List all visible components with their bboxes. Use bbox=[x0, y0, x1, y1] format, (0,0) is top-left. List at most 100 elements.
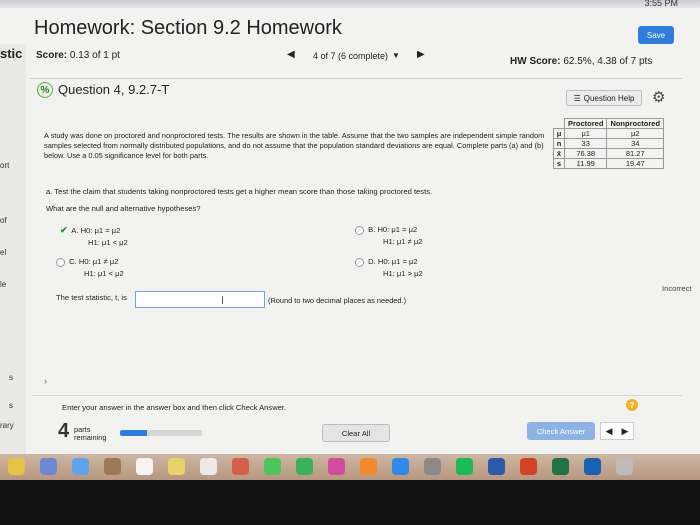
list-icon: ☰ bbox=[573, 93, 581, 103]
calendar-icon[interactable] bbox=[136, 458, 153, 475]
footer-divider bbox=[32, 395, 682, 396]
itunes-icon[interactable] bbox=[328, 458, 345, 475]
gear-icon[interactable]: ⚙ bbox=[652, 88, 665, 106]
word-icon[interactable] bbox=[488, 458, 505, 475]
table-cell: 11.99 bbox=[563, 158, 608, 169]
table-header-row: Proctored Nonproctored bbox=[554, 118, 665, 129]
table-cell: μ2 bbox=[606, 128, 665, 139]
facetime-icon[interactable] bbox=[296, 458, 313, 475]
option-letter: D. bbox=[368, 257, 376, 266]
question-help-label: Question Help bbox=[583, 93, 635, 103]
reminders-icon[interactable] bbox=[200, 458, 217, 475]
chrome-icon[interactable] bbox=[8, 458, 25, 475]
table-row: s 11.99 19.47 bbox=[553, 158, 665, 169]
score-label: Score: bbox=[36, 50, 68, 61]
option-d[interactable]: D. H0: μ1 = μ2 H1: μ1 > μ2 bbox=[355, 256, 423, 280]
radio-icon[interactable] bbox=[355, 225, 364, 235]
page-title: Homework: Section 9.2 Homework bbox=[34, 17, 342, 39]
option-h0: H0: μ1 = μ2 bbox=[377, 225, 418, 234]
check-answer-button[interactable]: Check Answer bbox=[527, 422, 595, 440]
part-a-text: a. Test the claim that students taking n… bbox=[46, 187, 433, 196]
left-fragment: el bbox=[0, 248, 7, 257]
previous-question-icon[interactable]: ◀ bbox=[287, 49, 295, 60]
option-h1: H1: μ1 < μ2 bbox=[88, 238, 128, 247]
chevron-down-icon[interactable]: ▼ bbox=[392, 51, 400, 60]
row-label: μ bbox=[553, 128, 565, 139]
left-fragment: of bbox=[0, 216, 7, 225]
table-cell: 33 bbox=[563, 138, 608, 149]
help-icon[interactable]: ? bbox=[626, 399, 638, 411]
excel-icon[interactable] bbox=[552, 458, 569, 475]
notes-icon[interactable] bbox=[168, 458, 185, 475]
test-statistic-input[interactable] bbox=[135, 291, 265, 308]
left-fragment: ort bbox=[0, 161, 10, 170]
spotify-icon[interactable] bbox=[456, 458, 473, 475]
row-label: s bbox=[553, 158, 565, 169]
option-h0: H0: μ1 ≠ μ2 bbox=[78, 257, 119, 266]
contacts-icon[interactable] bbox=[104, 458, 121, 475]
save-button[interactable]: Save bbox=[638, 26, 674, 44]
check-icon: ✔ bbox=[60, 225, 68, 235]
dock bbox=[0, 454, 700, 525]
clear-all-button[interactable]: Clear All bbox=[322, 424, 390, 442]
rounding-hint: (Round to two decimal places as needed.) bbox=[268, 296, 407, 305]
finder-icon[interactable] bbox=[72, 458, 89, 475]
launchpad-icon[interactable] bbox=[40, 458, 57, 475]
table-header: Nonproctored bbox=[606, 118, 665, 129]
question-progress[interactable]: 4 of 7 (6 complete) bbox=[313, 51, 388, 61]
left-fragment: rary bbox=[0, 421, 14, 430]
row-label: n bbox=[553, 138, 565, 149]
table-header: Proctored bbox=[563, 118, 608, 129]
header-divider bbox=[30, 78, 682, 79]
score-value: 0.13 of 1 pt bbox=[69, 50, 120, 61]
question-help-button[interactable]: ☰ Question Help bbox=[566, 90, 642, 106]
question-intro: A study was done on proctored and nonpro… bbox=[44, 131, 545, 160]
left-fragment: s bbox=[9, 401, 13, 410]
option-h0: H0: μ1 = μ2 bbox=[377, 257, 418, 266]
parts-remaining-label: parts remaining bbox=[74, 426, 106, 442]
option-letter: B. bbox=[368, 225, 376, 234]
row-label: x̄ bbox=[553, 148, 565, 159]
hw-score-label: HW Score: bbox=[510, 56, 561, 67]
parts-progress-fill bbox=[120, 430, 148, 436]
test-statistic-label: The test statistic, t, is bbox=[56, 293, 127, 302]
table-cell: 34 bbox=[606, 138, 665, 149]
table-cell: μ1 bbox=[563, 128, 608, 139]
video-icon[interactable] bbox=[584, 458, 601, 475]
photos-icon[interactable] bbox=[232, 458, 249, 475]
radio-icon[interactable] bbox=[56, 257, 65, 267]
option-h1: H1: μ1 > μ2 bbox=[383, 269, 423, 278]
table-corner bbox=[554, 119, 565, 129]
parts-progress-bar bbox=[120, 430, 202, 436]
chevron-right-icon[interactable]: › bbox=[44, 376, 47, 386]
powerpoint-icon[interactable] bbox=[520, 458, 537, 475]
appstore-icon[interactable] bbox=[392, 458, 409, 475]
previous-icon[interactable]: ◀ bbox=[606, 426, 613, 437]
option-c[interactable]: C. H0: μ1 ≠ μ2 H1: μ1 < μ2 bbox=[56, 256, 124, 280]
option-h0: H0: μ1 = μ2 bbox=[80, 226, 121, 235]
option-h1: H1: μ1 < μ2 bbox=[84, 269, 124, 278]
next-question-icon[interactable]: ▶ bbox=[417, 49, 425, 60]
option-letter: A. bbox=[71, 226, 79, 235]
next-icon[interactable]: ▶ bbox=[622, 426, 629, 437]
incorrect-badge: Incorrect bbox=[662, 284, 692, 293]
instruction-text: Enter your answer in the answer box and … bbox=[62, 403, 287, 412]
table-row: n 33 34 bbox=[553, 138, 665, 149]
radio-icon[interactable] bbox=[355, 257, 364, 267]
trash-icon[interactable] bbox=[616, 458, 633, 475]
partial-credit-icon: % bbox=[37, 82, 53, 98]
option-b[interactable]: B. H0: μ1 = μ2 H1: μ1 ≠ μ2 bbox=[355, 224, 423, 248]
ibooks-icon[interactable] bbox=[360, 458, 377, 475]
screen-top-bar: 3:55 PM bbox=[0, 0, 700, 8]
hw-score-display: HW Score: 62.5%, 4.38 of 7 pts bbox=[510, 56, 652, 67]
left-fragment: s bbox=[9, 373, 13, 382]
table-cell: 76.38 bbox=[563, 148, 608, 159]
option-a[interactable]: ✔ A. H0: μ1 = μ2 H1: μ1 < μ2 bbox=[60, 224, 128, 249]
messages-icon[interactable] bbox=[264, 458, 281, 475]
left-fragment: stic bbox=[0, 46, 23, 61]
text-cursor-icon: I bbox=[221, 295, 225, 307]
parts-label-line2: remaining bbox=[74, 433, 107, 442]
table-row: x̄ 76.38 81.27 bbox=[553, 148, 665, 159]
score-display: Score: 0.13 of 1 pt bbox=[36, 50, 120, 61]
preferences-icon[interactable] bbox=[424, 458, 441, 475]
